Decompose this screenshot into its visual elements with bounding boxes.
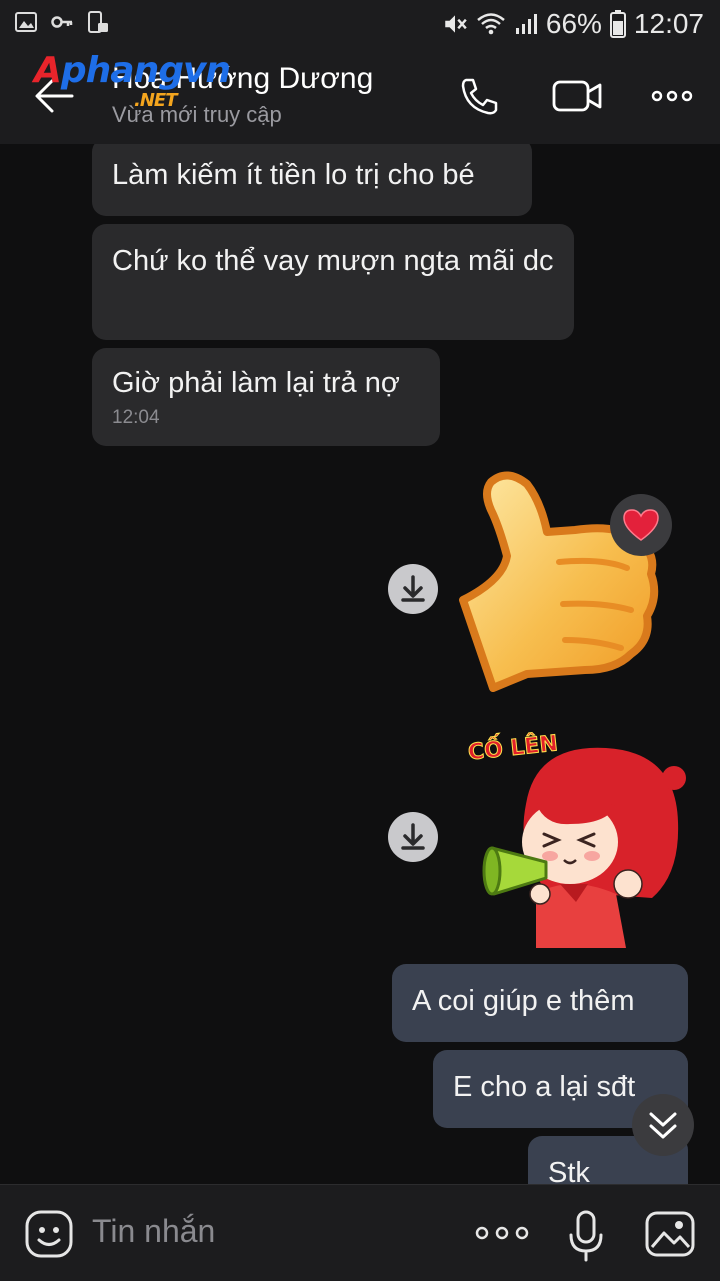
emoji-sticker-icon[interactable] [24, 1209, 74, 1259]
video-call-icon[interactable] [552, 76, 604, 116]
message-text: Làm kiếm ít tiền lo trị cho bé [112, 159, 475, 191]
heart-icon [623, 509, 659, 541]
download-button[interactable] [388, 564, 438, 614]
message-bubble-outgoing[interactable]: A coi giúp e thêm [392, 964, 688, 1042]
mute-icon [445, 15, 467, 33]
status-bar: 66% 12:07 [0, 0, 720, 48]
message-bubble-incoming[interactable]: Làm kiếm ít tiền lo trị cho bé [92, 144, 532, 216]
scroll-to-bottom-button[interactable] [632, 1094, 694, 1156]
download-icon [401, 575, 425, 602]
double-chevron-down-icon [649, 1112, 677, 1139]
image-gallery-icon[interactable] [644, 1209, 696, 1259]
signal-icon [515, 14, 537, 34]
more-options-icon[interactable] [650, 76, 694, 116]
device-lock-icon [88, 11, 108, 33]
gallery-icon [15, 12, 37, 32]
message-composer: Tin nhắn [0, 1184, 720, 1281]
download-icon [401, 823, 425, 850]
download-button[interactable] [388, 812, 438, 862]
clock: 12:07 [633, 8, 704, 39]
watermark-logo: Aphangvn .NET [34, 50, 231, 111]
phone-call-icon[interactable] [458, 76, 502, 116]
message-bubble-incoming[interactable]: Giờ phải làm lại trả nợ 12:04 [92, 348, 440, 446]
message-time: 12:04 [112, 407, 160, 428]
message-text: E cho a lại sđt [453, 1071, 636, 1103]
battery-icon [609, 10, 626, 38]
message-bubble-incoming[interactable]: Chứ ko thể vay mượn ngta mãi dc [92, 224, 574, 340]
cheer-sticker[interactable]: CỐ LÊN [466, 731, 686, 954]
message-text: Stk [548, 1157, 590, 1184]
more-actions-icon[interactable] [474, 1217, 530, 1249]
message-text: Chứ ko thể vay mượn ngta mãi dc [112, 245, 554, 277]
message-input[interactable]: Tin nhắn [92, 1213, 215, 1250]
chat-header: Hoa Hướng Dương Vừa mới truy cập Aphangv… [0, 48, 720, 144]
microphone-icon[interactable] [566, 1209, 606, 1263]
message-text: A coi giúp e thêm [412, 985, 635, 1017]
wifi-icon [477, 13, 505, 35]
message-list[interactable]: Làm kiếm ít tiền lo trị cho bé Chứ ko th… [0, 144, 720, 1184]
battery-percent: 66% [545, 8, 602, 39]
message-text: Giờ phải làm lại trả nợ [112, 367, 400, 399]
reaction-badge[interactable] [610, 494, 672, 556]
key-icon [51, 16, 73, 28]
cheer-girl-icon [482, 747, 686, 948]
